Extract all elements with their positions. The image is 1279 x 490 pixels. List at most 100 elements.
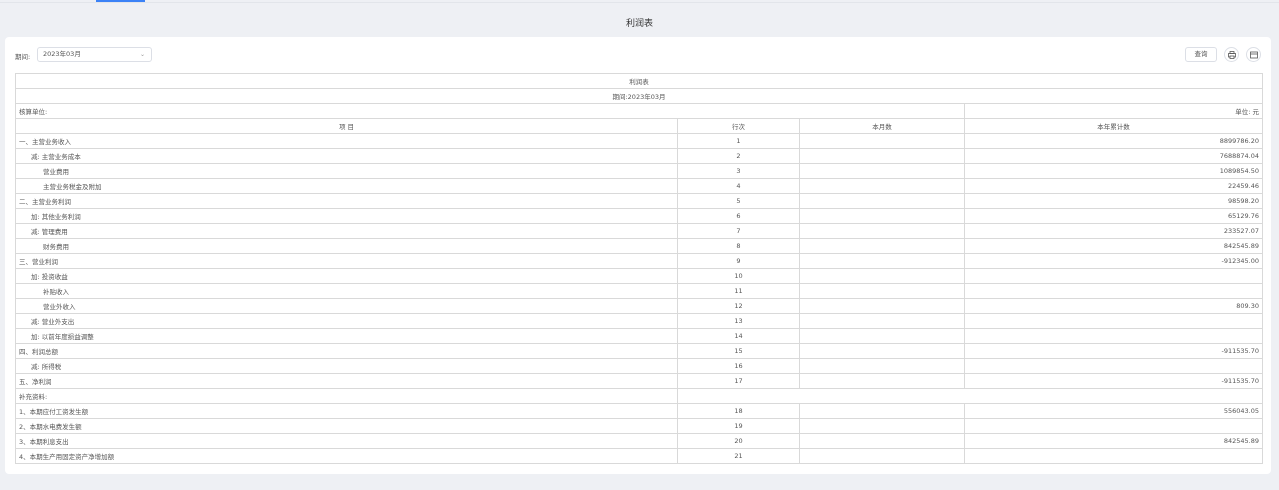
row-item: 二、主营业务利润 — [15, 193, 678, 209]
row-item: 一、主营业务收入 — [15, 133, 678, 149]
table-row: 三、营业利润 9 -912345.00 — [15, 253, 1263, 269]
row-month-amount — [799, 193, 965, 209]
supplement-label: 补充资料: — [15, 388, 678, 404]
row-ytd-amount: 842545.89 — [964, 433, 1263, 449]
row-month-amount — [799, 148, 965, 164]
export-button[interactable] — [1246, 47, 1261, 62]
col-header-line: 行次 — [677, 118, 800, 134]
row-ytd-amount: 22459.46 — [964, 178, 1263, 194]
row-month-amount — [799, 133, 965, 149]
table-row: 减: 管理费用 7 233527.07 — [15, 223, 1263, 239]
row-ytd-amount: 7688874.04 — [964, 148, 1263, 164]
row-item: 3、本期利息支出 — [15, 433, 678, 449]
row-line-number: 17 — [677, 373, 800, 389]
table-row: 4、本期生产用固定资产净增加额 21 — [15, 448, 1263, 464]
row-item: 财务费用 — [15, 238, 678, 254]
row-ytd-amount: 1089854.50 — [964, 163, 1263, 179]
export-icon — [1250, 51, 1258, 59]
period-select[interactable]: 2023年03月 ⌄ — [37, 47, 152, 62]
row-line-number: 9 — [677, 253, 800, 269]
report-title-row: 利润表 — [15, 73, 1263, 89]
row-ytd-amount: -912345.00 — [964, 253, 1263, 269]
row-month-amount — [799, 283, 965, 299]
chevron-down-icon: ⌄ — [139, 51, 145, 58]
row-month-amount — [799, 433, 965, 449]
row-line-number: 21 — [677, 448, 800, 464]
row-line-number: 2 — [677, 148, 800, 164]
table-row: 减: 所得税 16 — [15, 358, 1263, 374]
table-row: 二、主营业务利润 5 98598.20 — [15, 193, 1263, 209]
row-line-number: 15 — [677, 343, 800, 359]
row-month-amount — [799, 208, 965, 224]
table-row: 3、本期利息支出 20 842545.89 — [15, 433, 1263, 449]
table-row: 主营业务税金及附加 4 22459.46 — [15, 178, 1263, 194]
table-row: 加: 投资收益 10 — [15, 268, 1263, 284]
table-row: 五、净利润 17 -911535.70 — [15, 373, 1263, 389]
row-month-amount — [799, 223, 965, 239]
row-month-amount — [799, 313, 965, 329]
row-line-number: 10 — [677, 268, 800, 284]
row-item: 加: 其他业务利润 — [15, 208, 678, 224]
row-ytd-amount — [964, 313, 1263, 329]
row-line-number: 6 — [677, 208, 800, 224]
row-line-number: 3 — [677, 163, 800, 179]
row-month-amount — [799, 253, 965, 269]
row-item: 三、营业利润 — [15, 253, 678, 269]
row-item: 补贴收入 — [15, 283, 678, 299]
table-row: 补贴收入 11 — [15, 283, 1263, 299]
row-ytd-amount — [964, 283, 1263, 299]
row-line-number: 13 — [677, 313, 800, 329]
row-month-amount — [799, 448, 965, 464]
row-item: 加: 以前年度损益调整 — [15, 328, 678, 344]
table-row: 加: 以前年度损益调整 14 — [15, 328, 1263, 344]
row-ytd-amount: 65129.76 — [964, 208, 1263, 224]
report-period-row: 期间:2023年03月 — [15, 88, 1263, 104]
col-header-month: 本月数 — [799, 118, 965, 134]
supplement-header-row: 补充资料: — [15, 388, 1263, 404]
row-item: 减: 主营业务成本 — [15, 148, 678, 164]
report-period: 期间:2023年03月 — [15, 88, 1263, 104]
report-panel: 期间: 2023年03月 ⌄ 查询 利润表 期间:2023年03月 核算单位: … — [5, 37, 1271, 474]
row-item: 主营业务税金及附加 — [15, 178, 678, 194]
row-item: 营业外收入 — [15, 298, 678, 314]
row-item: 五、净利润 — [15, 373, 678, 389]
table-row: 营业外收入 12 809.30 — [15, 298, 1263, 314]
row-line-number: 18 — [677, 403, 800, 419]
row-ytd-amount — [964, 448, 1263, 464]
row-month-amount — [799, 238, 965, 254]
table-row: 营业费用 3 1089854.50 — [15, 163, 1263, 179]
table-row: 2、本期水电费发生额 19 — [15, 418, 1263, 434]
row-line-number: 12 — [677, 298, 800, 314]
printer-icon — [1228, 51, 1236, 59]
table-row: 财务费用 8 842545.89 — [15, 238, 1263, 254]
col-header-item: 项 目 — [15, 118, 678, 134]
row-item: 减: 所得税 — [15, 358, 678, 374]
row-line-number: 5 — [677, 193, 800, 209]
row-ytd-amount: 556043.05 — [964, 403, 1263, 419]
row-item: 2、本期水电费发生额 — [15, 418, 678, 434]
accounting-unit-label: 核算单位: — [15, 103, 965, 119]
print-button[interactable] — [1224, 47, 1239, 62]
row-ytd-amount — [964, 418, 1263, 434]
row-month-amount — [799, 418, 965, 434]
row-item: 减: 管理费用 — [15, 223, 678, 239]
report-title: 利润表 — [15, 73, 1263, 89]
query-button[interactable]: 查询 — [1185, 47, 1217, 62]
period-select-value: 2023年03月 — [43, 50, 81, 58]
row-month-amount — [799, 178, 965, 194]
row-month-amount — [799, 373, 965, 389]
table-row: 四、利润总额 15 -911535.70 — [15, 343, 1263, 359]
row-month-amount — [799, 268, 965, 284]
row-ytd-amount: 8899786.20 — [964, 133, 1263, 149]
table-header-row: 项 目 行次 本月数 本年累计数 — [15, 118, 1263, 134]
row-ytd-amount: -911535.70 — [964, 373, 1263, 389]
row-ytd-amount: 98598.20 — [964, 193, 1263, 209]
row-month-amount — [799, 403, 965, 419]
row-month-amount — [799, 358, 965, 374]
row-line-number: 14 — [677, 328, 800, 344]
col-header-ytd: 本年累计数 — [964, 118, 1263, 134]
table-row: 减: 营业外支出 13 — [15, 313, 1263, 329]
row-month-amount — [799, 163, 965, 179]
row-month-amount — [799, 298, 965, 314]
row-line-number: 11 — [677, 283, 800, 299]
